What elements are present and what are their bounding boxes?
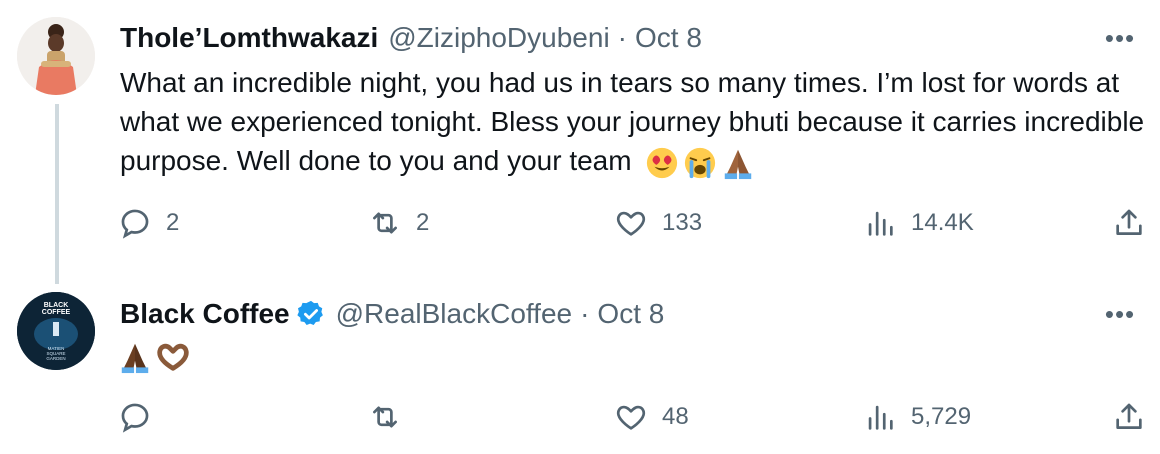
share-button[interactable] <box>1112 206 1146 240</box>
more-icon[interactable]: ••• <box>1100 301 1140 327</box>
tweet-thole[interactable]: Thole’Lomthwakazi @ZiziphoDyubeni · Oct … <box>0 0 1160 270</box>
like-count: 48 <box>662 403 689 430</box>
avatar-text-line-1: BLACK <box>44 302 69 309</box>
action-bar: 2 2 133 14.4K <box>118 206 1148 246</box>
separator: · <box>617 22 627 53</box>
tweet-text: What an incredible night, you had us in … <box>120 63 1150 180</box>
reply-count: 2 <box>166 209 180 236</box>
repost-button[interactable]: 2 <box>368 206 429 240</box>
handle[interactable]: @ZiziphoDyubeni <box>388 22 609 54</box>
reply-icon <box>121 403 149 433</box>
action-bar: 48 5,729 <box>118 400 1148 440</box>
views-icon <box>868 405 893 430</box>
timestamp[interactable]: Oct 8 <box>597 298 664 330</box>
timestamp[interactable]: Oct 8 <box>635 22 702 54</box>
avatar-black-coffee[interactable]: BLACK COFFEE MATIEN SQUARE GARDEN <box>17 292 95 370</box>
tweet-text <box>118 340 190 374</box>
avatar-thole[interactable] <box>17 17 95 95</box>
views-count: 14.4K <box>911 209 974 236</box>
share-icon <box>1116 403 1142 429</box>
display-name[interactable]: Black Coffee <box>120 298 290 330</box>
separator: · <box>580 298 590 329</box>
heart-eyes-emoji <box>647 147 678 178</box>
repost-icon <box>373 406 397 428</box>
heart-hands-emoji <box>157 343 189 371</box>
like-icon <box>616 211 646 236</box>
like-icon <box>616 405 646 430</box>
reply-button[interactable]: 2 <box>118 206 179 240</box>
tweet-black-coffee[interactable]: BLACK COFFEE MATIEN SQUARE GARDEN Black … <box>0 270 1160 454</box>
avatar-text-line-5: GARDEN <box>46 356 65 361</box>
folded-hands-emoji <box>121 343 149 374</box>
emoji-row <box>645 146 755 180</box>
views-count: 5,729 <box>911 403 972 430</box>
tweet-text-content: What an incredible night, you had us in … <box>120 67 1145 176</box>
like-button[interactable]: 133 <box>614 206 702 240</box>
repost-button[interactable] <box>368 400 416 434</box>
views-button[interactable]: 5,729 <box>863 400 971 434</box>
reply-button[interactable] <box>118 400 166 434</box>
folded-hands-emoji <box>725 149 752 179</box>
like-button[interactable]: 48 <box>614 400 689 434</box>
share-icon <box>1116 209 1142 235</box>
crying-face-emoji <box>685 147 716 178</box>
more-icon[interactable]: ••• <box>1100 25 1140 51</box>
handle[interactable]: @RealBlackCoffee <box>336 298 572 330</box>
share-button[interactable] <box>1112 400 1146 434</box>
reply-icon <box>121 209 149 239</box>
tweet-header: Black Coffee @RealBlackCoffee · Oct 8 <box>120 294 664 334</box>
repost-count: 2 <box>416 209 430 236</box>
repost-icon <box>373 212 397 234</box>
tweet-header: Thole’Lomthwakazi @ZiziphoDyubeni · Oct … <box>120 18 702 58</box>
display-name[interactable]: Thole’Lomthwakazi <box>120 22 378 54</box>
like-count: 133 <box>662 209 703 236</box>
views-icon <box>868 211 893 236</box>
views-button[interactable]: 14.4K <box>863 206 974 240</box>
verified-icon <box>297 300 323 325</box>
avatar-text-line-2: COFFEE <box>42 309 71 316</box>
